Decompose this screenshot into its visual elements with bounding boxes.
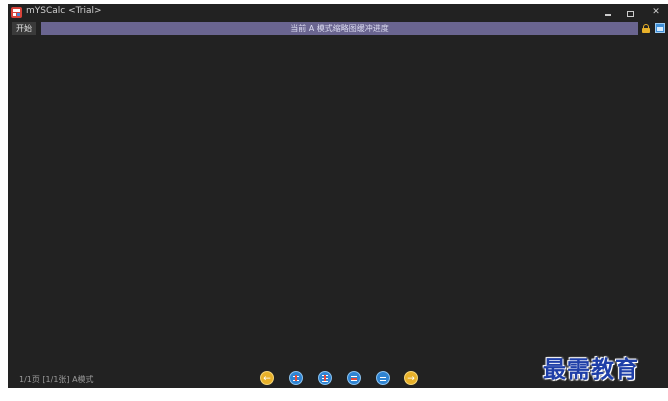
buffer-progress-text: 当前 A 模式缩略图缓冲进度 [290, 24, 389, 33]
window-mode-icon[interactable] [655, 23, 665, 33]
page-info: 1/1页 [1/1张] A模式 [19, 375, 94, 384]
watermark-logo: 最需教育 [543, 356, 639, 383]
fit-width-button[interactable] [289, 371, 303, 385]
fit-page-button[interactable] [347, 371, 361, 385]
title-bar[interactable]: mYSCalc <Trial> ✕ [8, 4, 668, 20]
app-icon [11, 7, 22, 18]
maximize-icon [627, 11, 634, 17]
fit-height-button[interactable] [318, 371, 332, 385]
arrow-right-icon: → [407, 374, 415, 384]
minimize-button[interactable] [602, 6, 616, 18]
window-title: mYSCalc <Trial> [26, 6, 102, 16]
maximize-button[interactable] [624, 6, 638, 18]
lock-icon[interactable] [642, 24, 650, 33]
next-page-button[interactable]: → [404, 371, 418, 385]
close-icon: ✕ [652, 7, 660, 17]
buffer-progress-bar: 当前 A 模式缩略图缓冲进度 [41, 22, 638, 35]
main-canvas[interactable] [8, 37, 668, 369]
minimize-icon [605, 14, 611, 16]
previous-page-button[interactable]: ← [260, 371, 274, 385]
start-menu-button[interactable]: 开始 [12, 22, 36, 35]
arrow-left-icon: ← [263, 374, 271, 384]
close-button[interactable]: ✕ [649, 6, 663, 18]
app-window: mYSCalc <Trial> ✕ 开始 当前 A 模式缩略图缓冲进度 1/1页… [8, 4, 668, 388]
actual-size-button[interactable] [376, 371, 390, 385]
menu-bar: 开始 当前 A 模式缩略图缓冲进度 [8, 22, 668, 35]
